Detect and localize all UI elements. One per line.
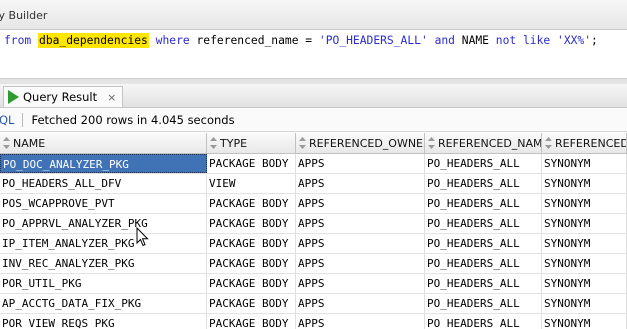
sql-token: 'PO_HEADERS_ALL': [318, 34, 428, 47]
table-cell-type[interactable]: PACKAGE BODY: [207, 154, 296, 173]
table-cell-referenced-owner[interactable]: APPS: [296, 174, 425, 193]
table-cell-name[interactable]: POR_VIEW_REQS_PKG: [0, 314, 207, 329]
column-header-name[interactable]: NAME: [0, 133, 207, 153]
table-cell-referenced-name[interactable]: PO_HEADERS_ALL: [425, 194, 542, 213]
sql-link[interactable]: QL: [0, 113, 14, 127]
table-cell-referenced[interactable]: SYNONYM: [542, 154, 627, 173]
sort-icon[interactable]: [427, 136, 436, 150]
table-cell-referenced[interactable]: SYNONYM: [542, 214, 627, 233]
sql-token: and: [434, 34, 455, 47]
table-cell-referenced-name[interactable]: PO_HEADERS_ALL: [425, 154, 542, 173]
sql-token: NAME: [454, 34, 496, 47]
table-cell-referenced[interactable]: SYNONYM: [542, 314, 627, 329]
table-cell-name[interactable]: POR_UTIL_PKG: [0, 274, 207, 293]
table-cell-referenced-owner[interactable]: APPS: [296, 274, 425, 293]
sql-token: ;: [591, 34, 598, 47]
column-header-referenced-owner[interactable]: REFERENCED_OWNER: [296, 133, 425, 153]
column-header-label: REFERENCED_: [555, 136, 627, 150]
table-cell-referenced-owner[interactable]: APPS: [296, 234, 425, 253]
sql-token: where: [155, 34, 190, 47]
table-cell-referenced[interactable]: SYNONYM: [542, 294, 627, 313]
column-header-referenced[interactable]: REFERENCED_: [542, 133, 627, 153]
table-cell-type[interactable]: PACKAGE BODY: [207, 294, 296, 313]
table-row[interactable]: AP_ACCTG_DATA_FIX_PKG PACKAGE BODY APPS PO_…: [0, 294, 627, 314]
sort-icon[interactable]: [2, 136, 11, 150]
table-cell-type[interactable]: PACKAGE BODY: [207, 314, 296, 329]
tab-query-result[interactable]: Query Result ×: [3, 86, 124, 107]
fetch-status-text: Fetched 200 rows in 4.045 seconds: [31, 112, 235, 127]
table-cell-name[interactable]: POS_WCAPPROVE_PVT: [0, 194, 207, 213]
table-cell-referenced[interactable]: SYNONYM: [542, 254, 627, 273]
table-row[interactable]: POR_VIEW_REQS_PKG PACKAGE BODY APPS PO_HEAD…: [0, 314, 627, 329]
sql-token: not like: [495, 34, 551, 47]
table-cell-type[interactable]: PACKAGE BODY: [207, 194, 296, 213]
table-row[interactable]: POR_UTIL_PKG PACKAGE BODY APPS PO_HEADERS_A…: [0, 274, 627, 294]
table-cell-referenced[interactable]: SYNONYM: [542, 174, 627, 193]
table-cell-referenced-name[interactable]: PO_HEADERS_ALL: [425, 314, 542, 329]
column-header-type[interactable]: TYPE: [207, 133, 296, 153]
sql-token: from: [4, 34, 32, 47]
table-row[interactable]: PO_DOC_ANALYZER_PKG PACKAGE BODY APPS PO_HE…: [0, 154, 627, 174]
results-tabstrip: Query Result ×: [0, 84, 627, 108]
table-cell-referenced[interactable]: SYNONYM: [542, 194, 627, 213]
results-status-bar: QL Fetched 200 rows in 4.045 seconds: [0, 108, 627, 132]
table-cell-referenced[interactable]: SYNONYM: [542, 274, 627, 293]
table-row[interactable]: IP_ITEM_ANALYZER_PKG PACKAGE BODY APPS PO_H…: [0, 234, 627, 254]
table-cell-referenced-owner[interactable]: APPS: [296, 314, 425, 329]
table-cell-name[interactable]: PO_HEADERS_ALL_DFV: [0, 174, 207, 193]
query-builder-tab[interactable]: ry Builder: [0, 9, 47, 22]
results-grid-header: NAME TYPE REFERENCED_OWNER REFERENCED_NAME R…: [0, 133, 627, 154]
table-row[interactable]: PO_HEADERS_ALL_DFV VIEW APPS PO_HEADERS_ALL…: [0, 174, 627, 194]
table-cell-referenced-name[interactable]: PO_HEADERS_ALL: [425, 254, 542, 273]
column-header-label: REFERENCED_NAME: [438, 136, 542, 150]
mouse-pointer-icon: [136, 227, 149, 247]
sql-token: referenced_name =: [189, 34, 319, 47]
table-cell-name[interactable]: IP_ITEM_ANALYZER_PKG: [0, 234, 207, 253]
table-cell-referenced-owner[interactable]: APPS: [296, 294, 425, 313]
table-cell-type[interactable]: PACKAGE BODY: [207, 254, 296, 273]
table-cell-referenced-owner[interactable]: APPS: [296, 214, 425, 233]
table-cell-type[interactable]: PACKAGE BODY: [207, 214, 296, 233]
table-cell-type[interactable]: VIEW: [207, 174, 296, 193]
editor-tabstrip: ry Builder: [0, 0, 627, 30]
close-icon[interactable]: ×: [107, 91, 116, 104]
table-cell-name[interactable]: PO_APPRVL_ANALYZER_PKG: [0, 214, 207, 233]
table-cell-type[interactable]: PACKAGE BODY: [207, 234, 296, 253]
status-divider: [22, 112, 24, 127]
table-cell-referenced-owner[interactable]: APPS: [296, 254, 425, 273]
table-cell-name[interactable]: PO_DOC_ANALYZER_PKG: [0, 154, 207, 173]
column-header-label: NAME: [13, 136, 46, 150]
table-cell-referenced-name[interactable]: PO_HEADERS_ALL: [425, 214, 542, 233]
column-header-referenced-name[interactable]: REFERENCED_NAME: [425, 133, 542, 153]
sql-token: 'XX%': [557, 34, 592, 47]
table-cell-referenced-name[interactable]: PO_HEADERS_ALL: [425, 294, 542, 313]
table-cell-referenced-owner[interactable]: APPS: [296, 154, 425, 173]
sort-icon[interactable]: [209, 136, 218, 150]
table-row[interactable]: PO_APPRVL_ANALYZER_PKG PACKAGE BODY APPS PO…: [0, 214, 627, 234]
tab-query-result-label: Query Result: [23, 90, 98, 104]
table-cell-referenced-name[interactable]: PO_HEADERS_ALL: [425, 274, 542, 293]
sort-icon[interactable]: [544, 136, 553, 150]
sort-icon[interactable]: [298, 136, 307, 150]
highlighted-table-name: dba_dependencies: [38, 33, 149, 48]
column-header-label: TYPE: [220, 136, 248, 150]
table-row[interactable]: INV_REC_ANALYZER_PKG PACKAGE BODY APPS PO_H…: [0, 254, 627, 274]
sql-editor[interactable]: from dba_dependencies where referenced_n…: [0, 30, 627, 78]
table-row[interactable]: POS_WCAPPROVE_PVT PACKAGE BODY APPS PO_HEAD…: [0, 194, 627, 214]
table-cell-referenced-owner[interactable]: APPS: [296, 194, 425, 213]
results-grid[interactable]: PO_DOC_ANALYZER_PKG PACKAGE BODY APPS PO_HE…: [0, 154, 627, 329]
table-cell-referenced-name[interactable]: PO_HEADERS_ALL: [425, 234, 542, 253]
table-cell-name[interactable]: INV_REC_ANALYZER_PKG: [0, 254, 207, 273]
play-icon: [8, 90, 19, 104]
table-cell-referenced[interactable]: SYNONYM: [542, 234, 627, 253]
table-cell-name[interactable]: AP_ACCTG_DATA_FIX_PKG: [0, 294, 207, 313]
table-cell-referenced-name[interactable]: PO_HEADERS_ALL: [425, 174, 542, 193]
table-cell-type[interactable]: PACKAGE BODY: [207, 274, 296, 293]
column-header-label: REFERENCED_OWNER: [309, 136, 425, 150]
sql-statement-line[interactable]: from dba_dependencies where referenced_n…: [4, 32, 598, 50]
